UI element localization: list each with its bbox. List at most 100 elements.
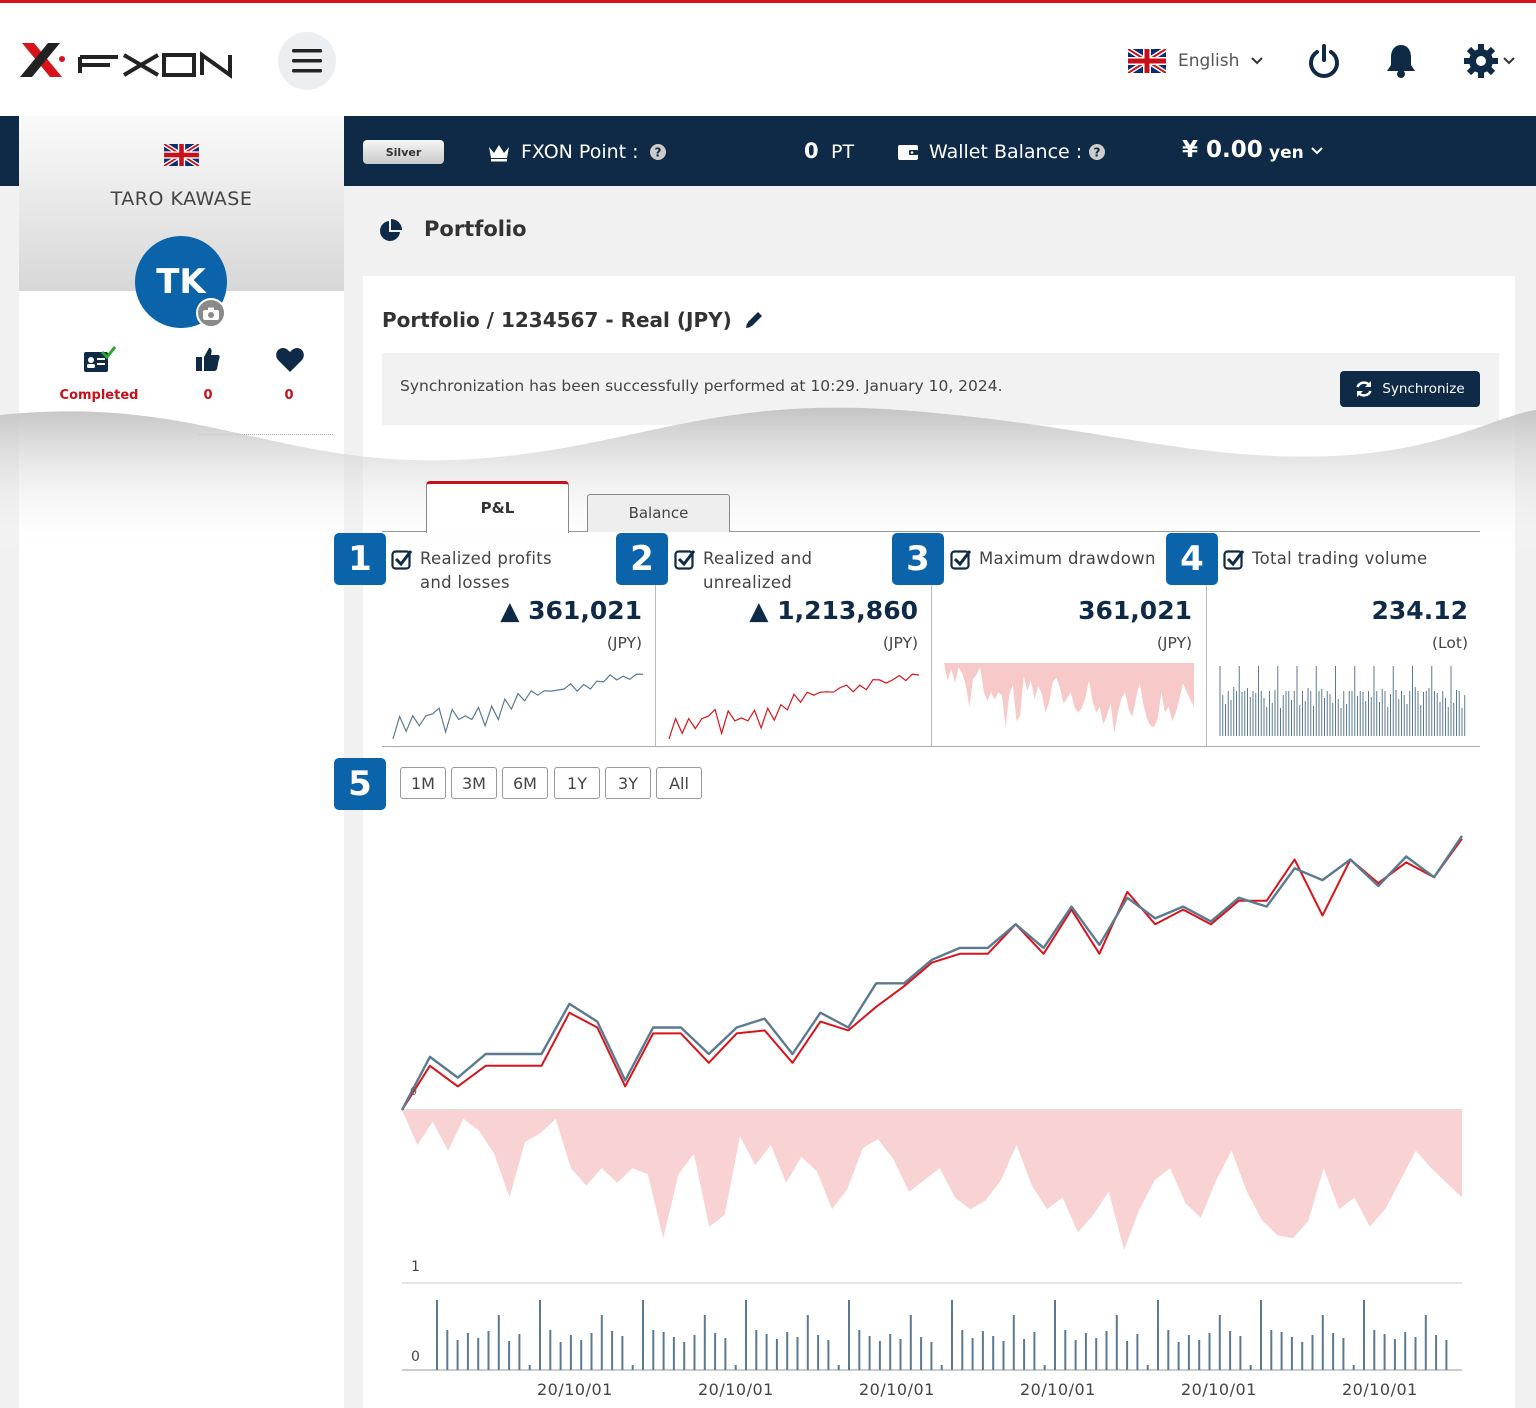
metric-value: 234.12 [1371, 596, 1468, 625]
wallet-balance-label: Wallet Balance : [929, 141, 1083, 163]
sync-message: Synchronization has been successfully pe… [400, 377, 1003, 395]
gear-icon [1464, 44, 1498, 78]
metric-unit: (Lot) [1431, 634, 1468, 652]
power-icon [1309, 44, 1339, 78]
x-tick-label: 20/10/01 [859, 1380, 935, 1399]
menu-button[interactable] [278, 32, 336, 90]
rank-badge: Silver [363, 140, 444, 164]
metric-badge: 2 [616, 533, 668, 585]
metric-badge: 1 [334, 533, 386, 585]
synchronize-label: Synchronize [1382, 381, 1465, 397]
x-tick-label: 20/10/01 [1181, 1380, 1257, 1399]
app-root: English Silver FXON Point: ? 0 PT Walle… [0, 0, 1536, 1408]
metric-label: Realized profits and losses [420, 547, 552, 595]
svg-text:?: ? [1094, 146, 1101, 160]
x-tick-label: 20/10/01 [537, 1380, 613, 1399]
chevron-down-icon [1251, 57, 1264, 65]
series-line [401, 838, 1463, 1111]
sidebar-divider [199, 434, 333, 435]
crown-icon [489, 145, 509, 162]
metric-label-line2: and losses [420, 573, 510, 592]
wallet-icon [898, 145, 918, 160]
metric-label-line2: unrealized [703, 573, 793, 592]
heart-icon[interactable] [275, 347, 305, 373]
settings-chevron-icon [1503, 57, 1515, 65]
metric-label-line1: Realized profits [420, 549, 552, 568]
volume-ytick-bottom: 0 [411, 1349, 420, 1365]
profile-sidebar: TARO KAWASE TK Completed 0 0 [19, 116, 344, 1408]
pie-chart-icon [380, 219, 402, 241]
metric-label-line1: Total trading volume [1252, 549, 1428, 568]
settings-button[interactable] [1457, 41, 1521, 81]
range-button[interactable]: 1Y [554, 767, 600, 799]
metric-value: ▲ 1,213,860 [749, 596, 918, 625]
fxon-point-unit: PT [831, 141, 855, 163]
volume-sparkline [1219, 666, 1466, 736]
thumbs-up-icon[interactable] [195, 346, 221, 372]
range-badge: 5 [334, 758, 386, 810]
tab-pnl[interactable]: P&L [426, 481, 569, 533]
metric-label-line1: Realized and [703, 549, 813, 568]
fxon-point-value: 0 [804, 139, 819, 163]
x-tick-label: 20/10/01 [1020, 1380, 1096, 1399]
camera-icon [203, 307, 219, 320]
fxon-logo-mark [20, 43, 232, 79]
metric-label-line1: Maximum drawdown [979, 549, 1156, 568]
drawdown-sparkline [944, 663, 1194, 733]
pnl-chart: 0 [400, 835, 1463, 1371]
favorites-count: 0 [284, 388, 294, 403]
metrics-bottom-line [382, 746, 1480, 747]
range-button[interactable]: 3Y [605, 767, 651, 799]
user-name: TARO KAWASE [110, 188, 253, 210]
volume-ytick-top: 1 [411, 1259, 420, 1275]
hamburger-icon [292, 49, 322, 73]
metric-separator [655, 585, 656, 746]
portfolio-title-text: Portfolio / 1234567 - Real (JPY) [382, 308, 732, 332]
range-button[interactable]: 3M [451, 767, 497, 799]
profile-flag-icon [164, 144, 199, 166]
wallet-chevron-icon[interactable] [1311, 147, 1323, 155]
page-title: Portfolio [424, 217, 527, 241]
metric-unit: (JPY) [606, 634, 642, 652]
wallet-help-icon[interactable]: ? [1088, 143, 1106, 161]
wallet-balance-value: ¥ 0.00 [1182, 137, 1263, 163]
metric-checkbox[interactable] [1223, 548, 1245, 570]
metric-label: Realized and unrealized [703, 547, 812, 595]
language-selector[interactable]: English [1128, 47, 1264, 75]
x-tick-label: 20/10/01 [1342, 1380, 1418, 1399]
change-photo-button[interactable] [196, 298, 226, 328]
id-card-check-icon [84, 346, 116, 372]
logout-button[interactable] [1304, 41, 1344, 81]
fxon-point-label: FXON Point : [521, 141, 639, 163]
metric-unit: (JPY) [1156, 634, 1192, 652]
notifications-button[interactable] [1381, 41, 1421, 81]
metric-checkbox[interactable] [391, 548, 413, 570]
metric-badge: 4 [1166, 533, 1218, 585]
drawdown-area [402, 1110, 1462, 1250]
metric-checkbox[interactable] [674, 548, 696, 570]
metric-sparkline [392, 673, 644, 740]
likes-count: 0 [203, 388, 213, 403]
range-button[interactable]: 1M [400, 767, 446, 799]
point-help-icon[interactable]: ? [649, 143, 667, 161]
metric-value: 361,021 [1078, 596, 1192, 625]
metric-separator [931, 585, 932, 746]
edit-pencil-icon[interactable] [744, 310, 764, 330]
range-button[interactable]: 6M [502, 767, 548, 799]
metric-checkbox[interactable] [950, 548, 972, 570]
header: English [0, 3, 1536, 116]
metric-label: Maximum drawdown [979, 547, 1156, 571]
language-label: English [1178, 51, 1240, 71]
synchronize-button[interactable]: Synchronize [1340, 371, 1480, 407]
metric-sparkline [668, 673, 920, 740]
svg-text:?: ? [655, 146, 662, 160]
fxon-logo[interactable] [18, 37, 238, 87]
portfolio-account-title: Portfolio / 1234567 - Real (JPY) [382, 308, 764, 332]
sync-icon [1356, 381, 1373, 397]
range-button[interactable]: All [656, 767, 702, 799]
tab-balance[interactable]: Balance [587, 494, 730, 532]
metric-badge: 3 [892, 533, 944, 585]
verification-status: Completed [59, 388, 139, 403]
metric-unit: (JPY) [882, 634, 918, 652]
start-marker: 0 [410, 1085, 417, 1098]
